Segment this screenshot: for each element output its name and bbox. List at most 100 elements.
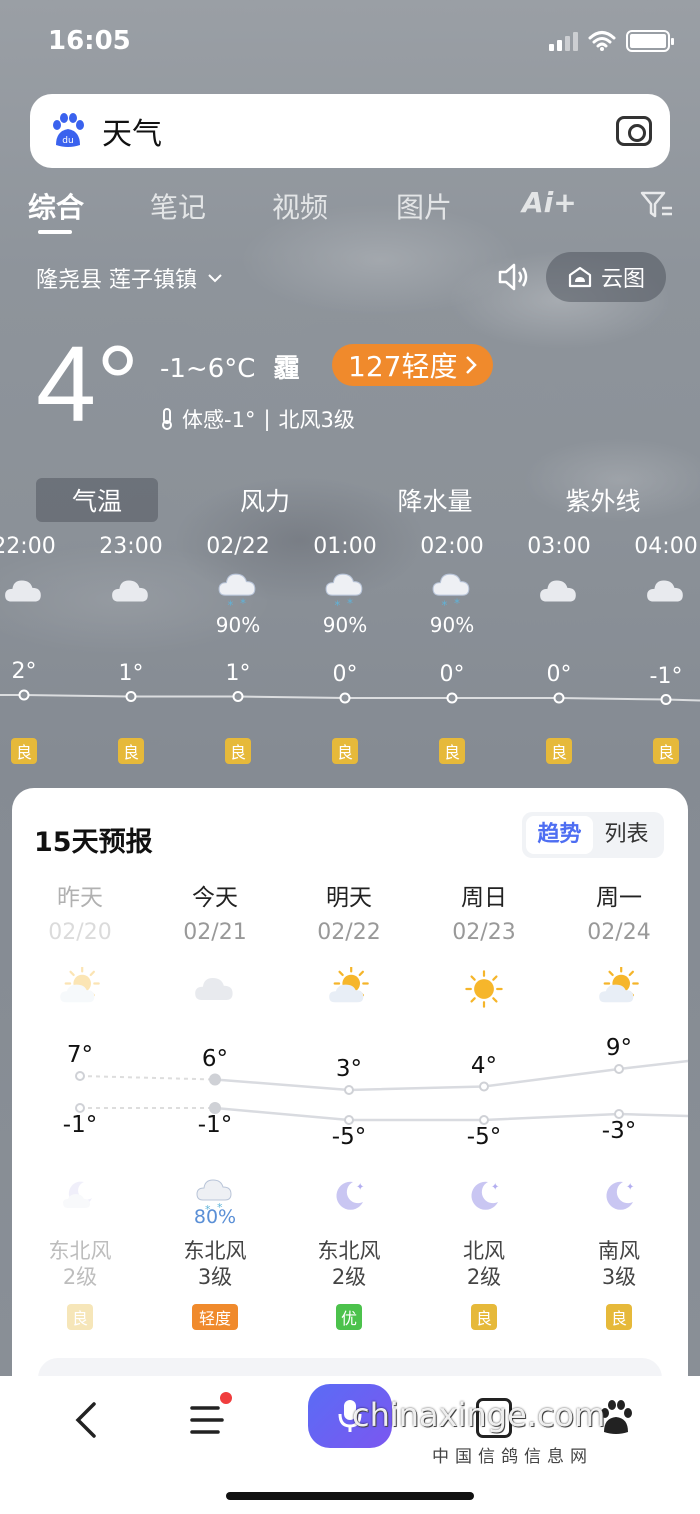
wind-level: 3级 — [601, 1265, 637, 1289]
speaker-icon[interactable] — [496, 262, 530, 292]
hour-column: 23:00 — [81, 534, 181, 613]
day-column[interactable]: 昨天 02/20 — [15, 878, 145, 1011]
snow-cloud-icon: * * — [218, 573, 256, 612]
day-column[interactable]: 明天 02/22 — [284, 878, 414, 1011]
tab-images[interactable]: 图片 — [396, 186, 452, 226]
hour-time: 22:00 — [0, 534, 56, 559]
day-date: 02/20 — [48, 920, 112, 945]
day-air-quality: 良 — [471, 1304, 497, 1330]
wind-direction: 东北风 — [48, 1239, 112, 1263]
filter-icon[interactable] — [640, 190, 674, 220]
day-air-quality: 优 — [336, 1304, 362, 1330]
svg-text:*: * — [347, 596, 353, 610]
night-icon-wrap: ✦ — [329, 1176, 369, 1220]
snow-cloud-icon: * * — [432, 573, 470, 612]
tab-notes[interactable]: 笔记 — [150, 186, 206, 226]
back-icon[interactable] — [68, 1400, 108, 1440]
hour-air-quality: 良 — [653, 738, 679, 764]
hour-time: 23:00 — [99, 534, 163, 559]
hour-time: 02/22 — [206, 534, 270, 559]
tab-active-indicator — [38, 230, 72, 234]
aqi-badge[interactable]: 127轻度 — [332, 344, 494, 386]
night-precip: 80% — [193, 1206, 237, 1228]
moon-cloud-icon — [63, 1181, 92, 1208]
watermark-subtext: 中国信鸽信息网 — [432, 1447, 593, 1467]
tab-video[interactable]: 视频 — [272, 186, 328, 226]
day-name: 明天 — [326, 885, 372, 911]
hour-air-quality: 良 — [439, 738, 465, 764]
day-wind: 东北风 3级 — [150, 1238, 280, 1290]
menu-icon[interactable] — [188, 1402, 228, 1438]
chevron-down-icon — [208, 274, 222, 283]
current-temperature: 4° — [36, 323, 140, 444]
search-input[interactable]: 天气 — [102, 109, 616, 153]
tab-bar: 综合 笔记 视频 图片 Ai+ — [0, 182, 700, 242]
night-icon-wrap — [60, 1176, 100, 1220]
cloudy-icon — [647, 580, 683, 602]
day-wind: 北风 2级 — [419, 1238, 549, 1290]
subtab-uv[interactable]: 紫外线 — [542, 478, 664, 522]
day-name: 昨天 — [57, 885, 103, 911]
night-icon-wrap: ✦ — [599, 1176, 639, 1220]
thermometer-icon — [162, 408, 172, 430]
temperature-range: -1~6°C 霾 — [160, 348, 300, 385]
battery-icon — [626, 30, 674, 52]
hour-column: 02/22 * * 90% — [188, 534, 288, 637]
cloudy-icon — [112, 580, 148, 602]
moon-icon: ✦ — [606, 1181, 634, 1210]
cloud-map-button[interactable]: 云图 — [546, 252, 666, 302]
day-wind: 南风 3级 — [554, 1238, 684, 1290]
hour-precip: 90% — [322, 613, 368, 637]
hour-precip: 90% — [429, 613, 475, 637]
hour-precip: 90% — [215, 613, 261, 637]
day-name: 周日 — [461, 885, 507, 911]
svg-text:✦: ✦ — [491, 1182, 499, 1193]
toggle-trend[interactable]: 趋势 — [526, 816, 593, 854]
hour-air-quality: 良 — [11, 738, 37, 764]
chevron-right-icon — [466, 356, 478, 374]
snow-cloud-icon: * * — [325, 573, 363, 612]
temp-range-value: -1~6°C — [160, 354, 256, 384]
svg-text:*: * — [240, 596, 246, 610]
current-wind: 北风3级 — [278, 408, 355, 432]
day-date: 02/22 — [317, 920, 381, 945]
svg-text:*: * — [335, 598, 341, 612]
wind-direction: 东北风 — [317, 1239, 381, 1263]
tab-ai[interactable]: Ai+ — [522, 186, 577, 219]
day-column[interactable]: 周一 02/24 — [554, 878, 684, 1011]
day-column[interactable]: 今天 02/21 — [150, 878, 280, 1011]
subtab-wind[interactable]: 风力 — [204, 478, 326, 522]
day-wind: 东北风 2级 — [284, 1238, 414, 1290]
svg-text:*: * — [442, 598, 448, 612]
subtab-precipitation[interactable]: 降水量 — [372, 478, 498, 522]
baidu-paw-icon: du — [53, 113, 84, 147]
day-column[interactable]: 周日 02/23 — [419, 878, 549, 1011]
tab-all[interactable]: 综合 — [28, 186, 84, 226]
view-toggle: 趋势 列表 — [522, 812, 664, 858]
svg-text:du: du — [62, 136, 73, 146]
wind-direction: 北风 — [463, 1239, 505, 1263]
day-date: 02/21 — [183, 920, 247, 945]
location-name: 隆尧县 莲子镇镇 — [36, 268, 197, 293]
hour-air-quality: 良 — [118, 738, 144, 764]
day-name: 周一 — [596, 885, 642, 911]
wind-level: 2级 — [466, 1265, 502, 1289]
day-date: 02/23 — [452, 920, 516, 945]
sun-icon — [465, 970, 503, 1008]
status-time: 16:05 — [48, 26, 131, 56]
moon-icon: ✦ — [336, 1181, 364, 1210]
sun-cloud-icon — [329, 967, 369, 1003]
watermark-text: chinaxinge.com — [352, 1396, 606, 1434]
toggle-list[interactable]: 列表 — [593, 816, 660, 854]
feels-like-row: 体感-1° | 北风3级 — [160, 404, 355, 434]
subtab-temperature[interactable]: 气温 — [36, 478, 158, 522]
wind-direction: 南风 — [598, 1239, 640, 1263]
camera-icon[interactable] — [616, 116, 652, 146]
location-selector[interactable]: 隆尧县 莲子镇镇 — [36, 262, 223, 294]
day-wind: 东北风 2级 — [15, 1238, 145, 1290]
search-bar[interactable]: du 天气 — [30, 94, 670, 168]
hour-time: 02:00 — [420, 534, 484, 559]
status-bar: 16:05 — [0, 0, 700, 86]
wind-level: 2级 — [62, 1265, 98, 1289]
wifi-icon — [588, 31, 616, 51]
